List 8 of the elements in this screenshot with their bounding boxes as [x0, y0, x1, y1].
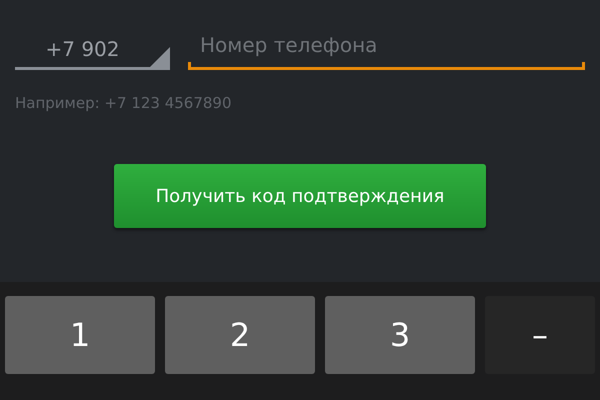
hint-text: Например: +7 123 4567890	[15, 94, 233, 112]
country-code-dropdown[interactable]: +7 902	[15, 28, 170, 70]
get-code-button[interactable]: Получить код подтверждения	[114, 164, 486, 228]
keyboard-key[interactable]: –	[485, 296, 595, 374]
phone-number-field[interactable]: Номер телефона	[188, 28, 585, 70]
keyboard-key[interactable]: 3	[325, 296, 475, 374]
keyboard-key[interactable]: 1	[5, 296, 155, 374]
keyboard-key[interactable]: 2	[165, 296, 315, 374]
